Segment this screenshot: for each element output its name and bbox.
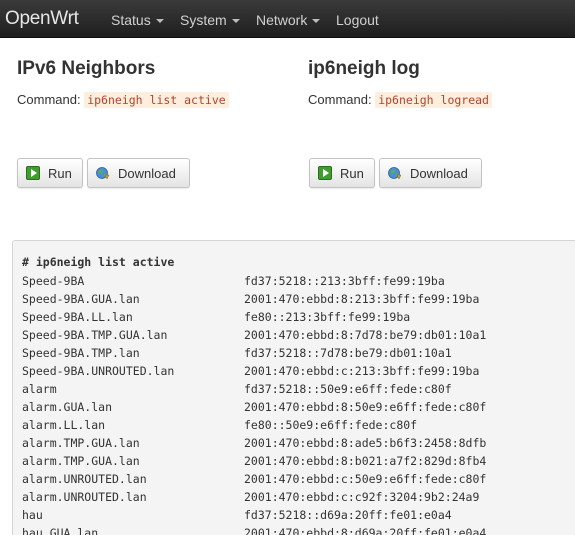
ipv6-address: fe80::213:3bff:fe99:19ba [244,310,411,324]
command-line: Command: ip6neigh list active [17,92,229,108]
ipv6-address: fe80::50e9:e6ff:fede:c80f [244,418,418,432]
command-label: Command: [17,92,81,107]
hostname: Speed-9BA.UNROUTED.lan [22,364,175,378]
run-button[interactable]: Run [17,158,83,188]
hostname: alarm.TMP.GUA.lan [22,454,140,468]
hostname: Speed-9BA.TMP.GUA.lan [22,328,168,342]
command-label: Command: [308,92,372,107]
nav-status-label: Status [111,12,151,28]
panel-title: IPv6 Neighbors [17,58,156,79]
ipv6-address: 2001:470:ebbd:8:50e9:e6ff:fede:c80f [244,400,487,414]
download-button[interactable]: Download [87,158,190,188]
command-code: ip6neigh list active [84,92,229,108]
hostname: Speed-9BA.TMP.lan [22,346,140,360]
ipv6-address: fd37:5218::d69a:20ff:fe01:e0a4 [244,508,452,522]
hostname: alarm.TMP.GUA.lan [22,436,140,450]
nav-status-menu[interactable]: Status [111,12,164,28]
hostname: alarm.UNROUTED.lan [22,472,147,486]
hostname: Speed-9BA.GUA.lan [22,292,140,306]
ipv6-address: fd37:5218::50e9:e6ff:fede:c80f [244,382,452,396]
play-icon [318,166,332,180]
top-navbar: OpenWrt Status System Network Logout [0,0,575,38]
hostname: Speed-9BA [22,274,85,288]
nav-system-label: System [180,12,227,28]
command-output[interactable]: # ip6neigh list active Speed-9BA fd37:521… [12,240,575,535]
chevron-down-icon [155,19,164,24]
download-button[interactable]: Download [379,158,482,188]
panel-ip6neigh-log: ip6neigh log Command: ip6neigh logread [308,58,492,108]
download-button-label: Download [118,165,176,181]
ipv6-address: 2001:470:ebbd:8:213:3bff:fe99:19ba [244,292,480,306]
command-code: ip6neigh logread [375,92,492,108]
hostname: alarm.UNROUTED.lan [22,490,147,504]
run-button-label: Run [340,165,364,181]
ipv6-address: 2001:470:ebbd:8:ade5:b6f3:2458:8dfb [244,436,487,450]
ipv6-address: 2001:470:ebbd:8:b021:a7f2:829d:8fb4 [244,454,487,468]
output-command-line: # ip6neigh list active [22,255,175,269]
brand-logo[interactable]: OpenWrt [5,8,79,30]
globe-download-icon [388,166,402,180]
nav-network-menu[interactable]: Network [256,12,321,28]
ipv6-address: 2001:470:ebbd:c:50e9:e6ff:fede:c80f [244,472,487,486]
run-button[interactable]: Run [309,158,375,188]
chevron-down-icon [231,19,240,24]
hostname: hau [22,508,43,522]
ipv6-address: 2001:470:ebbd:8:d69a:20ff:fe01:e0a4 [244,526,487,535]
download-button-label: Download [410,165,468,181]
nav-system-menu[interactable]: System [180,12,240,28]
ipv6-address: fd37:5218::7d78:be79:db01:10a1 [244,346,452,360]
panel-title: ip6neigh log [308,58,420,79]
hostname: alarm.LL.lan [22,418,106,432]
chevron-down-icon [312,19,321,24]
nav-logout-link[interactable]: Logout [336,12,379,28]
play-icon [26,166,40,180]
command-line: Command: ip6neigh logread [308,92,492,108]
hostname: alarm.GUA.lan [22,400,113,414]
panel-ipv6-neighbors: IPv6 Neighbors Command: ip6neigh list ac… [17,58,229,108]
hostname: Speed-9BA.LL.lan [22,310,133,324]
ipv6-address: 2001:470:ebbd:c:c92f:3204:9b2:24a9 [244,490,480,504]
ipv6-address: fd37:5218::213:3bff:fe99:19ba [244,274,445,288]
hostname: hau.GUA.lan [22,526,99,535]
ipv6-address: 2001:470:ebbd:c:213:3bff:fe99:19ba [244,364,480,378]
nav-network-label: Network [256,12,308,28]
ipv6-address: 2001:470:ebbd:8:7d78:be79:db01:10a1 [244,328,487,342]
run-button-label: Run [48,165,72,181]
globe-download-icon [96,166,110,180]
hostname: alarm [22,382,57,396]
